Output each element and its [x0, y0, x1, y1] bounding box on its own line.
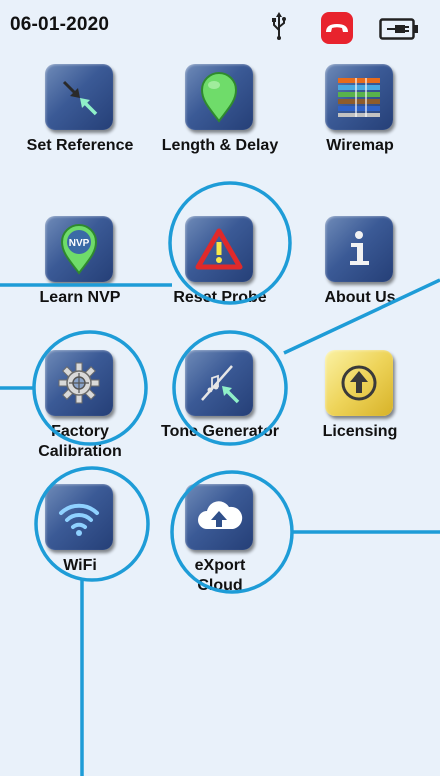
- device-screen: 06-01-2020 Set Reference Length & Delay …: [0, 0, 440, 776]
- wiremap-label: Wiremap: [326, 137, 394, 154]
- learn-nvp-label: Learn NVP: [39, 289, 121, 306]
- wiremap-button[interactable]: Wiremap: [290, 64, 430, 234]
- about-us-label: About Us: [324, 289, 396, 306]
- status-bar: 06-01-2020: [0, 0, 440, 56]
- usb-icon: [272, 12, 286, 40]
- date-display: 06-01-2020: [10, 14, 110, 35]
- calibration-gear-icon: [45, 350, 113, 416]
- set-reference-button[interactable]: Set Reference: [10, 64, 150, 234]
- licensing-button[interactable]: Licensing: [290, 350, 430, 520]
- wifi-button[interactable]: WiFi: [10, 484, 150, 654]
- wifi-icon: [45, 484, 113, 550]
- reset-probe-label: Reset Probe: [173, 289, 267, 306]
- set-reference-label: Set Reference: [26, 137, 134, 154]
- length-pin-icon: [185, 64, 253, 130]
- factory-calibration-label-line2: Calibration: [38, 443, 122, 460]
- cloud-upload-icon: [185, 484, 253, 550]
- export-cloud-label-line1: eXport: [194, 557, 246, 574]
- export-cloud-label-line2: Cloud: [197, 577, 243, 594]
- hang-up-phone-icon[interactable]: [321, 12, 353, 44]
- battery-plug-icon: [379, 18, 418, 40]
- factory-calibration-label-line1: Factory: [51, 423, 109, 440]
- factory-calibration-label: Factory Calibration: [10, 422, 150, 462]
- nvp-badge-icon: NVP: [45, 216, 113, 282]
- wifi-label: WiFi: [63, 557, 97, 574]
- tone-generator-icon: [185, 350, 253, 416]
- wiremap-colored-wires-icon: [325, 64, 393, 130]
- length-delay-button[interactable]: Length & Delay: [150, 64, 290, 234]
- export-cloud-button[interactable]: eXport Cloud: [150, 484, 290, 654]
- info-icon: [325, 216, 393, 282]
- set-reference-arrows-icon: [45, 64, 113, 130]
- licensing-upload-icon: [325, 350, 393, 416]
- svg-text:NVP: NVP: [69, 238, 90, 249]
- export-cloud-label: eXport Cloud: [150, 556, 290, 596]
- length-delay-label: Length & Delay: [161, 137, 279, 154]
- licensing-label: Licensing: [322, 423, 398, 440]
- tone-generator-label: Tone Generator: [161, 423, 279, 440]
- warning-triangle-icon: [185, 216, 253, 282]
